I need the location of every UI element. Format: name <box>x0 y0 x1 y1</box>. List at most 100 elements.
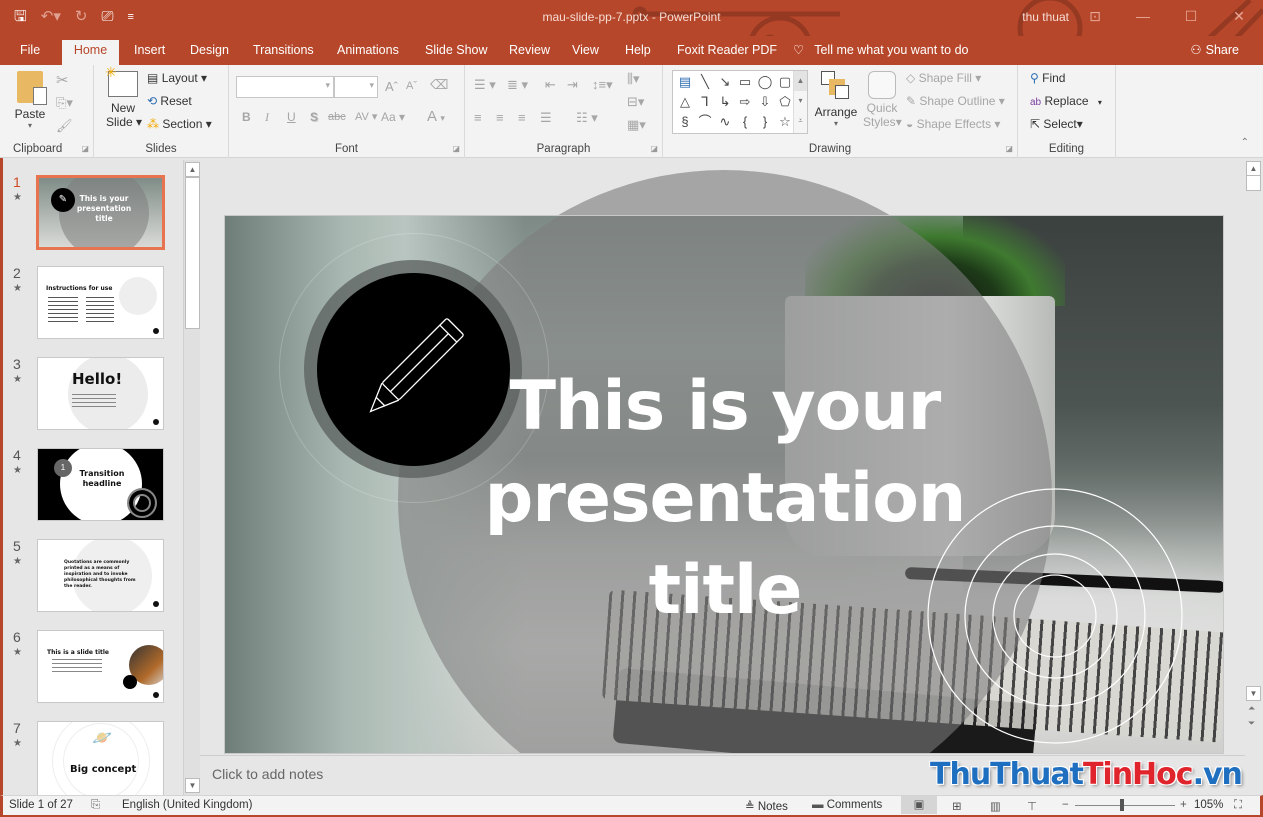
font-color-button[interactable]: A ▾ <box>427 108 445 125</box>
tab-slide-show[interactable]: Slide Show <box>419 40 494 65</box>
scroll-up-button[interactable]: ▲ <box>1246 161 1261 176</box>
language-indicator[interactable]: English (United Kingdom) <box>122 799 252 811</box>
align-text-icon[interactable]: ⊟▾ <box>627 94 644 110</box>
scrollbar-thumb[interactable] <box>185 177 200 329</box>
tab-view[interactable]: View <box>566 40 605 65</box>
line-shape-icon[interactable]: ╲ <box>695 72 715 92</box>
bullets-icon[interactable]: ☰ ▾ <box>474 77 496 93</box>
align-center-icon[interactable]: ≡ <box>496 110 504 125</box>
notes-toggle[interactable]: ≜ Notes <box>745 799 788 813</box>
tab-insert[interactable]: Insert <box>128 40 171 65</box>
scroll-up-button[interactable]: ▲ <box>185 162 200 177</box>
star-shape-icon[interactable]: ☆ <box>775 112 795 132</box>
font-dialog-launcher[interactable]: ◪ <box>452 144 460 153</box>
down-arrow-shape-icon[interactable]: ⇩ <box>755 92 775 112</box>
increase-indent-icon[interactable]: ⇥ <box>567 77 578 93</box>
tab-transitions[interactable]: Transitions <box>247 40 320 65</box>
text-shadow-button[interactable]: S <box>310 110 318 124</box>
scroll-down-button[interactable]: ▼ <box>1246 686 1261 701</box>
replace-button[interactable]: ab Replace ▾ <box>1030 94 1102 108</box>
slide-thumbnail[interactable]: Instructions for use <box>37 266 164 339</box>
increase-font-size-icon[interactable]: Aˆ <box>385 79 398 94</box>
columns-icon[interactable]: ☷ ▾ <box>576 110 598 126</box>
right-brace-shape-icon[interactable]: } <box>755 112 775 132</box>
slide-thumbnail[interactable]: ✎ This is your presentation title <box>36 175 165 250</box>
elbow-connector-shape-icon[interactable]: ⅂ <box>695 92 715 112</box>
slide-thumbnail[interactable]: This is a slide title <box>37 630 164 703</box>
section-button[interactable]: ⁂ Section ▾ <box>147 117 212 131</box>
reset-button[interactable]: ⟲ Reset <box>147 94 192 108</box>
ribbon-display-options-icon[interactable]: ⊡ <box>1071 0 1119 32</box>
fit-slide-icon[interactable]: ⛶ <box>1234 799 1242 812</box>
select-button[interactable]: ⇱ Select▾ <box>1030 117 1083 131</box>
character-spacing-button[interactable]: AV ▾ <box>355 110 377 123</box>
numbering-icon[interactable]: ≣ ▾ <box>507 77 528 93</box>
format-painter-icon[interactable]: 🖌 <box>56 118 73 134</box>
close-icon[interactable]: ✕ <box>1215 0 1263 32</box>
triangle-shape-icon[interactable]: △ <box>675 92 695 112</box>
clipboard-dialog-launcher[interactable]: ◪ <box>81 144 89 153</box>
decrease-font-size-icon[interactable]: Aˇ <box>406 80 417 92</box>
tab-foxit-reader-pdf[interactable]: Foxit Reader PDF <box>671 40 783 65</box>
convert-to-smartart-icon[interactable]: ▦▾ <box>627 117 646 133</box>
spell-check-icon[interactable]: ⎘ <box>91 799 100 812</box>
arrange-button[interactable]: Arrange ▾ <box>814 71 858 128</box>
tell-me-search[interactable]: ♡ Tell me what you want to do <box>793 40 968 61</box>
decrease-indent-icon[interactable]: ⇤ <box>545 77 556 93</box>
maximize-icon[interactable]: ☐ <box>1167 0 1215 32</box>
text-direction-icon[interactable]: ⫼▾ <box>627 71 640 87</box>
left-brace-shape-icon[interactable]: { <box>735 112 755 132</box>
arrow-line-shape-icon[interactable]: ↘ <box>715 72 735 92</box>
tab-review[interactable]: Review <box>503 40 556 65</box>
shape-outline-button[interactable]: ✎ Shape Outline ▾ <box>906 94 1005 108</box>
font-size-combo[interactable] <box>334 76 378 98</box>
curve-shape-icon[interactable]: ∿ <box>715 112 735 132</box>
zoom-slider-thumb[interactable] <box>1120 799 1124 811</box>
elbow-arrow-shape-icon[interactable]: ↳ <box>715 92 735 112</box>
slide-canvas[interactable]: This is your presentation title <box>224 215 1224 754</box>
oval-shape-icon[interactable]: ◯ <box>755 72 775 92</box>
zoom-in-button[interactable]: + <box>1180 799 1187 811</box>
normal-view-icon[interactable]: ▣ <box>901 796 937 814</box>
zoom-slider[interactable] <box>1075 805 1175 806</box>
scribble-shape-icon[interactable]: § <box>675 112 695 132</box>
line-spacing-icon[interactable]: ↕≡▾ <box>592 77 613 93</box>
copy-icon[interactable]: ⎘▾ <box>56 95 73 111</box>
paste-button[interactable]: Paste ▾ <box>14 71 47 130</box>
align-left-icon[interactable]: ≡ <box>474 110 482 125</box>
right-arrow-shape-icon[interactable]: ⇨ <box>735 92 755 112</box>
drawing-dialog-launcher[interactable]: ◪ <box>1005 144 1013 153</box>
editor-scrollbar[interactable]: ▲ ▼ ⏶ ⏷ <box>1245 158 1263 795</box>
slide-show-view-icon[interactable]: ⊤ <box>1027 799 1037 813</box>
slide-thumbnail[interactable]: 1 Transition headline <box>37 448 164 521</box>
clear-formatting-icon[interactable]: ⌫ <box>430 77 448 93</box>
zoom-level[interactable]: 105% <box>1194 799 1223 811</box>
quick-styles-button[interactable]: Quick Styles▾ <box>863 71 902 129</box>
text-box-shape-icon[interactable]: ▤ <box>675 72 695 92</box>
slide-thumbnail[interactable]: Quotations are commonly printed as a mea… <box>37 539 164 612</box>
next-slide-icon[interactable]: ⏷ <box>1248 718 1255 729</box>
zoom-out-button[interactable]: − <box>1062 799 1069 811</box>
font-name-combo[interactable] <box>236 76 334 98</box>
tab-animations[interactable]: Animations <box>331 40 405 65</box>
comments-toggle[interactable]: ▬ Comments <box>812 799 882 811</box>
user-name[interactable]: thu thuat <box>1022 10 1069 24</box>
italic-button[interactable]: I <box>265 110 269 125</box>
rectangle-shape-icon[interactable]: ▭ <box>735 72 755 92</box>
change-case-button[interactable]: Aa ▾ <box>381 110 405 124</box>
bold-button[interactable]: B <box>242 110 251 124</box>
notes-placeholder[interactable]: Click to add notes <box>212 766 323 782</box>
freeform-shape-icon[interactable]: ⬠ <box>775 92 795 112</box>
slide-sorter-view-icon[interactable]: ⊞ <box>952 799 962 813</box>
tab-design[interactable]: Design <box>184 40 235 65</box>
tab-home[interactable]: Home <box>62 40 119 65</box>
underline-button[interactable]: U <box>287 110 296 124</box>
minimize-icon[interactable]: — <box>1119 0 1167 32</box>
arc-shape-icon[interactable]: ⌒ <box>695 112 715 132</box>
align-right-icon[interactable]: ≡ <box>518 110 526 125</box>
shapes-gallery[interactable]: ▤ ╲ ↘ ▭ ◯ ▢ △ ⅂ ↳ ⇨ ⇩ ⬠ § ⌒ ∿ { } ☆ ▲ ▾ ⩡ <box>672 70 808 134</box>
reading-view-icon[interactable]: ▥ <box>990 799 1001 813</box>
strikethrough-button[interactable]: abc <box>328 111 346 123</box>
tab-file[interactable]: File <box>14 40 46 65</box>
tab-help[interactable]: Help <box>619 40 657 65</box>
